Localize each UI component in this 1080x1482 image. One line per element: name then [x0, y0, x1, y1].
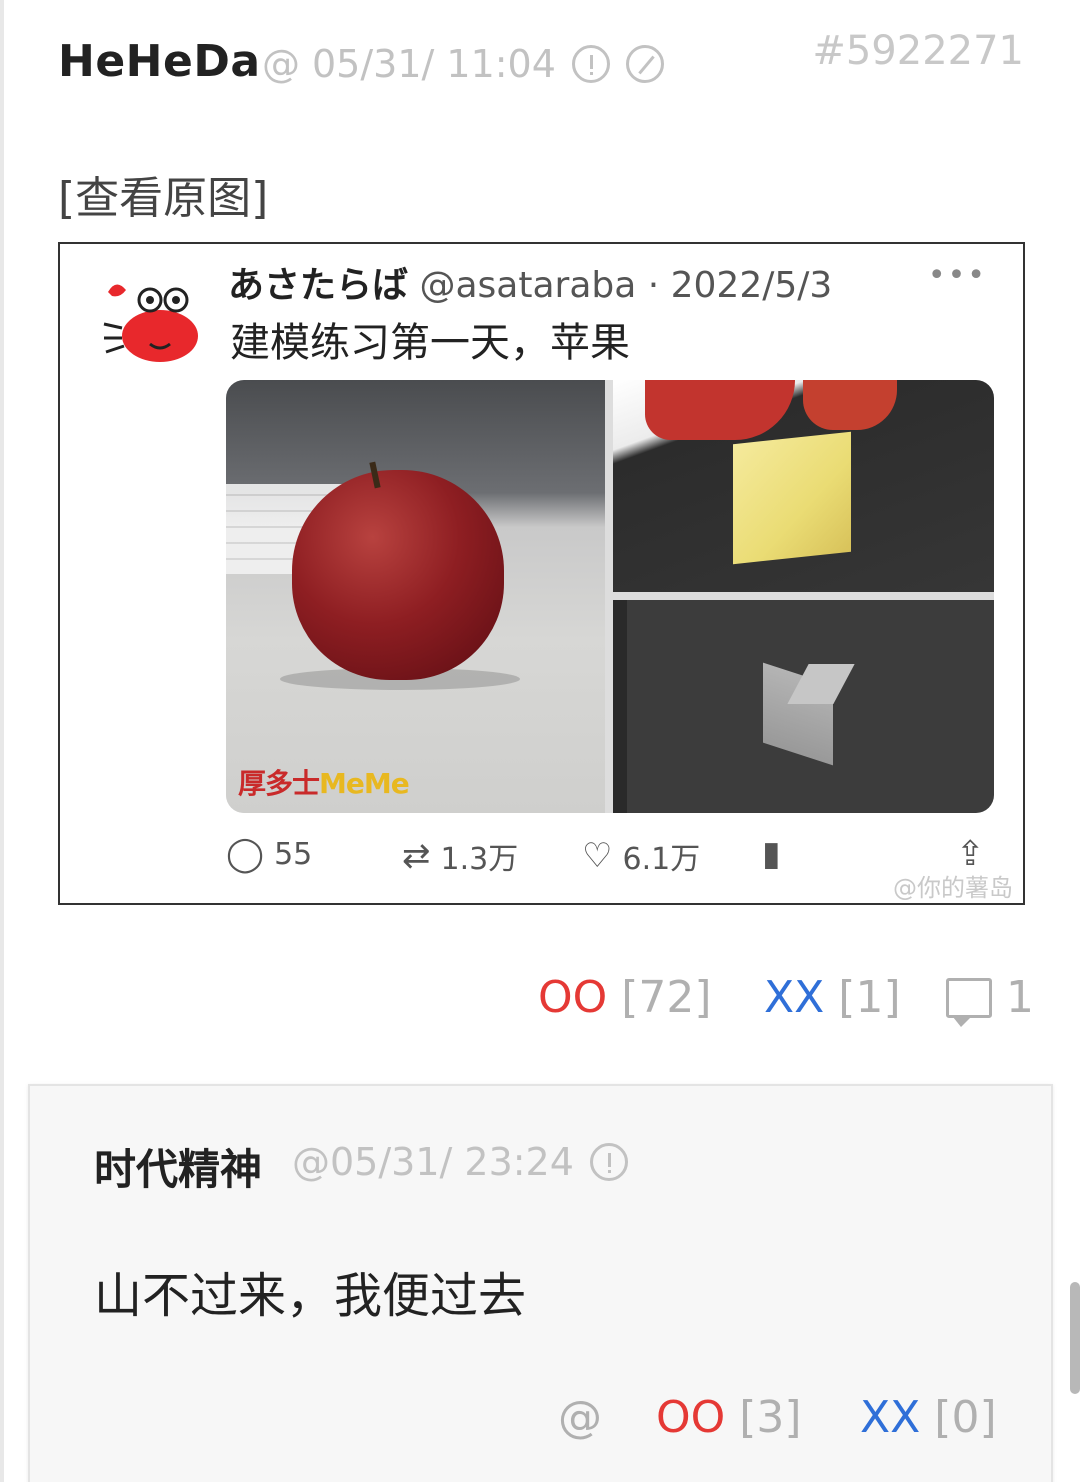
post-meta: @ 05/31/ 11:04	[262, 42, 664, 86]
like-count: 6.1万	[622, 842, 701, 877]
retweet-icon: ⇄	[402, 836, 431, 876]
crab-avatar-icon	[103, 284, 198, 362]
oo-vote-label[interactable]: OO	[538, 972, 607, 1023]
heart-icon: ♡	[582, 836, 613, 876]
reply-xx-vote[interactable]: XX [0]	[860, 1392, 997, 1443]
apple-slice	[645, 380, 795, 440]
reply-mention-button[interactable]: @	[558, 1392, 602, 1443]
exclamation-circle-icon[interactable]	[589, 1143, 628, 1181]
xx-vote[interactable]: XX [1]	[764, 972, 901, 1023]
editor-toolbar-shape	[613, 600, 627, 813]
reply-oo-label[interactable]: OO	[656, 1392, 725, 1443]
reply-oo-vote[interactable]: OO [3]	[656, 1392, 802, 1443]
reply-meta: @05/31/ 23:24	[292, 1140, 628, 1184]
xx-vote-label[interactable]: XX	[764, 972, 824, 1023]
slash-circle-icon[interactable]	[625, 45, 664, 83]
meme-watermark: 厚多士MeMe	[238, 767, 410, 800]
tweet-display-name: あさたらば	[228, 265, 409, 306]
oo-vote-count: [72]	[621, 972, 712, 1023]
tweet-like-action: ♡ 6.1万	[582, 834, 700, 878]
left-edge-divider	[0, 0, 4, 1482]
exclamation-circle-icon[interactable]	[571, 45, 610, 83]
reply-xx-count: [0]	[934, 1392, 997, 1443]
tweet-photo-grid: 厚多士MeMe	[226, 380, 994, 813]
reply-oo-count: [3]	[739, 1392, 802, 1443]
tweet-author-line: あさたらば @asataraba · 2022/5/3	[228, 256, 832, 308]
reply-bubble-icon: ◯	[226, 834, 265, 874]
at-symbol: @	[262, 42, 300, 86]
tweet-more-icon: •••	[927, 258, 987, 293]
tweet-reply-action: ◯ 55	[226, 834, 312, 874]
post-id[interactable]: #5922271	[812, 28, 1024, 74]
apple-shape	[292, 470, 504, 680]
apple-cube-shape	[733, 431, 851, 565]
scrollbar[interactable]	[1070, 1282, 1080, 1394]
reply-author[interactable]: 时代精神	[94, 1136, 262, 1197]
photo-real-apple: 厚多士MeMe	[226, 380, 605, 813]
embedded-image[interactable]: あさたらば @asataraba · 2022/5/3 ••• 建模练习第一天，…	[58, 242, 1025, 905]
tweet-stats-action: ▮	[762, 834, 791, 874]
post-timestamp: 05/31/ 11:04	[312, 42, 556, 86]
comment-bubble-icon[interactable]	[946, 977, 992, 1027]
retweet-count: 1.3万	[440, 842, 519, 877]
xx-vote-count: [1]	[838, 972, 901, 1023]
photo-apple-cube	[613, 380, 994, 592]
source-watermark: @你的薯岛	[893, 874, 1013, 902]
reply-card: 时代精神 @05/31/ 23:24 山不过来，我便过去 @ OO [3] XX…	[28, 1084, 1053, 1482]
apple-slice	[803, 380, 897, 430]
oo-vote[interactable]: OO [72]	[538, 972, 712, 1023]
view-original-link[interactable]: [查看原图]	[58, 162, 268, 226]
tweet-actions: ◯ 55 ⇄ 1.3万 ♡ 6.1万 ▮ ⇪	[226, 834, 1006, 884]
tweet-text: 建模练习第一天，苹果	[230, 320, 630, 366]
gray-cube-top	[787, 664, 855, 704]
reply-timestamp: @05/31/ 23:24	[292, 1140, 574, 1184]
photo-3d-model	[613, 600, 994, 813]
comment-toggle[interactable]: 1	[946, 972, 1034, 1027]
page: HeHeDa @ 05/31/ 11:04 #5922271 [查看原图] あさ…	[0, 0, 1080, 1482]
reply-count: 55	[274, 836, 313, 872]
tweet-retweet-action: ⇄ 1.3万	[402, 834, 518, 878]
post-author[interactable]: HeHeDa	[58, 36, 261, 87]
tweet-handle-date: @asataraba · 2022/5/3	[419, 265, 833, 306]
comment-count: 1	[1006, 972, 1034, 1023]
reply-xx-label[interactable]: XX	[860, 1392, 920, 1443]
bar-chart-icon: ▮	[762, 834, 781, 874]
post-header: HeHeDa @ 05/31/ 11:04 #5922271	[58, 28, 1024, 94]
reply-text: 山不过来，我便过去	[94, 1268, 527, 1324]
